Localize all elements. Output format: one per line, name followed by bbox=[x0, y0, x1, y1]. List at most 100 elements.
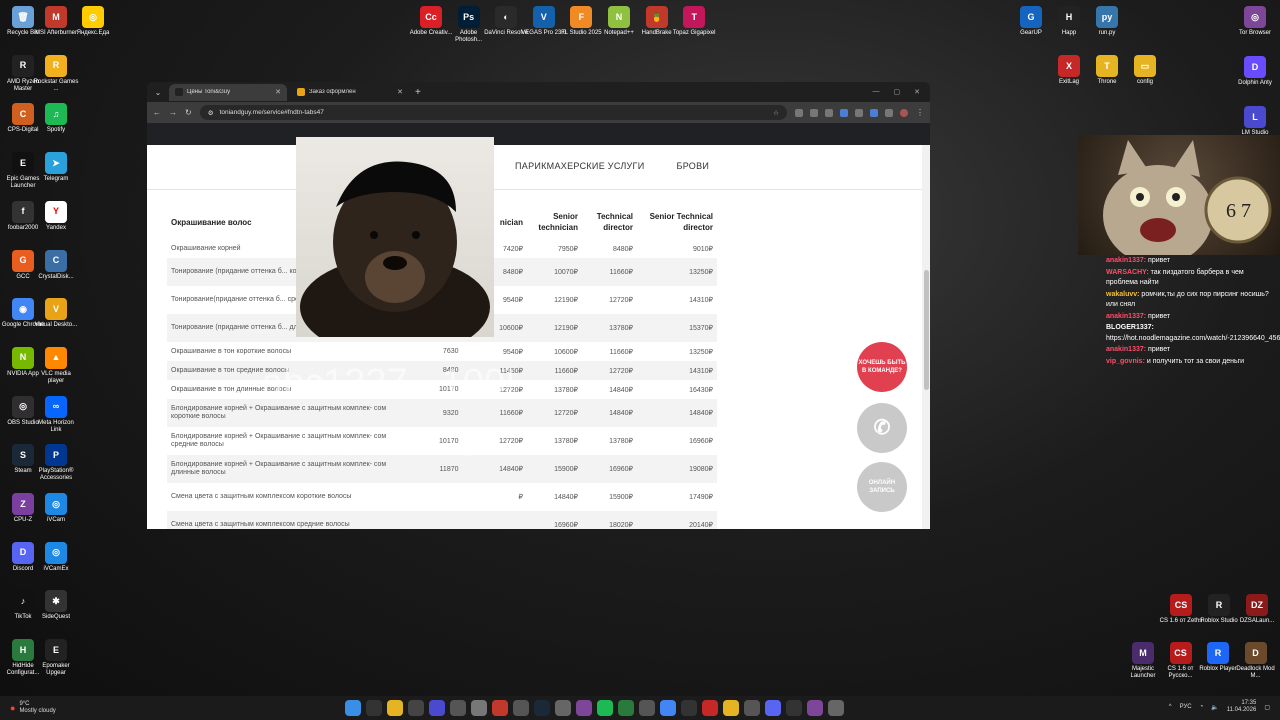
extensions-puzzle-icon[interactable] bbox=[885, 108, 893, 117]
desktop-icon[interactable]: Y Yandex bbox=[33, 200, 79, 232]
desktop-icon[interactable]: ∞ Meta Horizon Link bbox=[33, 395, 79, 434]
start-icon[interactable] bbox=[345, 700, 361, 716]
back-icon[interactable]: ← bbox=[153, 108, 161, 117]
taskbar-app-icon[interactable] bbox=[744, 700, 760, 716]
taskbar-app-icon[interactable] bbox=[639, 700, 655, 716]
desktop-icon[interactable]: ▲ VLC media player bbox=[33, 346, 79, 385]
desktop-icon[interactable]: V Virtual Deskto... bbox=[33, 298, 79, 329]
tray-chevron-icon[interactable]: ^ bbox=[1169, 704, 1172, 710]
notifications-icon[interactable]: ▢ bbox=[1264, 704, 1270, 711]
taskbar-app-icon[interactable] bbox=[450, 700, 466, 716]
language-indicator[interactable]: РУС bbox=[1180, 704, 1192, 710]
app-icon: C bbox=[12, 103, 34, 126]
desktop-icon[interactable]: ◎ Яндекс.Еда bbox=[70, 6, 116, 37]
taskbar-app-icon[interactable] bbox=[513, 700, 529, 716]
price-cell: 12190₽ bbox=[527, 314, 582, 342]
bookmark-star-icon[interactable]: ☆ bbox=[773, 109, 779, 117]
app-icon: P bbox=[45, 444, 67, 467]
taskbar-app-icon[interactable] bbox=[471, 700, 487, 716]
join-team-button[interactable]: ХОЧЕШЬ БЫТЬ В КОМАНДЕ? bbox=[857, 342, 907, 392]
discord-icon[interactable] bbox=[765, 700, 781, 716]
desktop-icon[interactable]: P PlayStation® Accessories bbox=[33, 444, 79, 482]
taskbar-app-icon[interactable] bbox=[702, 700, 718, 716]
desktop-icon[interactable]: D Deadlock Mod M... bbox=[1233, 642, 1279, 680]
app-icon: ◉ bbox=[12, 298, 34, 321]
page-scrollbar[interactable] bbox=[922, 145, 930, 529]
desktop-icon[interactable]: ◎ iVCamEx bbox=[33, 541, 79, 573]
web-page: ПАРИКМАХЕРСКИЕ УСЛУГИ БРОВИ Окрашивание … bbox=[147, 145, 922, 529]
steam-icon[interactable] bbox=[534, 700, 550, 716]
online-booking-button[interactable]: ОНЛАЙН ЗАПИСЬ bbox=[857, 462, 907, 512]
taskbar-app-icon[interactable] bbox=[828, 700, 844, 716]
online-booking-label: ОНЛАЙН ЗАПИСЬ bbox=[868, 480, 896, 494]
extension-icon[interactable] bbox=[840, 108, 848, 117]
app-icon: ◐ bbox=[495, 6, 518, 28]
call-button[interactable]: ✆ bbox=[857, 403, 907, 453]
clock[interactable]: 17:35 11.04.2026 bbox=[1227, 700, 1257, 714]
desktop-icon-label: Rockstar Games ... bbox=[33, 78, 79, 92]
menu-kebab-icon[interactable]: ⋮ bbox=[916, 108, 924, 117]
price-cell: 11660₽ bbox=[582, 258, 637, 286]
desktop-icon[interactable]: E Epomaker Upgear bbox=[33, 639, 79, 677]
nav-brows[interactable]: БРОВИ bbox=[677, 161, 710, 171]
desktop-icon[interactable]: T Topaz Gigapixel bbox=[671, 6, 717, 37]
spotify-icon[interactable] bbox=[597, 700, 613, 716]
weather-widget[interactable]: ● 9°C Mostly cloudy bbox=[0, 701, 56, 715]
desktop-icon[interactable]: R Rockstar Games ... bbox=[33, 54, 79, 93]
stream-chat: anakin1337: привет WARSACHY: так пиздатог… bbox=[1106, 256, 1280, 368]
desktop-icon[interactable]: ◎ iVCam bbox=[33, 493, 79, 524]
site-info-icon[interactable]: ⚙ bbox=[208, 109, 214, 117]
new-tab-button[interactable]: + bbox=[415, 87, 421, 98]
maximize-icon[interactable]: ▢ bbox=[894, 88, 901, 96]
taskbar-app-icon[interactable] bbox=[429, 700, 445, 716]
taskbar-app-icon[interactable] bbox=[408, 700, 424, 716]
chat-message: WARSACHY: так пиздатого барбера в чем пр… bbox=[1106, 268, 1276, 289]
desktop-icon[interactable]: py run.py bbox=[1084, 6, 1130, 37]
taskbar-app-icon[interactable] bbox=[492, 700, 508, 716]
volume-icon[interactable]: 🔈 bbox=[1211, 704, 1218, 711]
tab-prices[interactable]: Цены Toni&Guy ✕ bbox=[169, 83, 287, 101]
file-explorer-icon[interactable] bbox=[387, 700, 403, 716]
taskbar-app-icon[interactable] bbox=[576, 700, 592, 716]
desktop-icon[interactable]: ✱ SideQuest bbox=[33, 590, 79, 621]
table-row: Смена цвета с защитным комплексом средни… bbox=[167, 511, 717, 529]
minimize-icon[interactable]: — bbox=[873, 88, 880, 96]
desktop-icon[interactable]: ◎ Tor Browser bbox=[1232, 6, 1278, 37]
desktop-icon[interactable]: C CrystalDisk... bbox=[33, 249, 79, 281]
desktop-icon-label: Epomaker Upgear bbox=[42, 663, 70, 677]
app-icon: D bbox=[1244, 56, 1266, 78]
desktop-icon[interactable]: D Dolphin Anty bbox=[1232, 56, 1278, 87]
taskbar-app-icon[interactable] bbox=[723, 700, 739, 716]
nav-hair-services[interactable]: ПАРИКМАХЕРСКИЕ УСЛУГИ bbox=[515, 161, 645, 171]
profile-avatar[interactable] bbox=[900, 108, 908, 117]
extension-icon[interactable] bbox=[870, 108, 878, 117]
extension-icon[interactable] bbox=[855, 108, 863, 117]
tab-order[interactable]: Заказ оформлен ✕ bbox=[291, 84, 409, 101]
reload-icon[interactable]: ↻ bbox=[185, 108, 192, 117]
extension-icon[interactable] bbox=[795, 108, 803, 117]
app-icon: V bbox=[532, 6, 555, 28]
address-bar[interactable]: ⚙ toniandguy.me/service#fndtn-tabs47 ☆ bbox=[199, 105, 787, 120]
extension-icon[interactable] bbox=[825, 108, 833, 117]
tab-search-icon[interactable]: ⌄ bbox=[151, 85, 165, 99]
price-cell bbox=[407, 483, 463, 511]
chrome-icon[interactable] bbox=[660, 700, 676, 716]
desktop-icon[interactable]: L LM Studio bbox=[1232, 106, 1278, 137]
taskbar-app-icon[interactable] bbox=[786, 700, 802, 716]
wifi-icon[interactable]: ◔ bbox=[1200, 704, 1204, 710]
desktop-icon[interactable]: DZ DZSALaun... bbox=[1234, 594, 1280, 625]
taskbar-app-icon[interactable] bbox=[555, 700, 571, 716]
desktop-icon[interactable]: ➤ Telegram bbox=[33, 152, 79, 183]
desktop-icon[interactable]: ♫ Spotify bbox=[33, 103, 79, 134]
scrollbar-thumb[interactable] bbox=[924, 270, 929, 390]
forward-icon[interactable]: → bbox=[169, 108, 177, 117]
extension-icon[interactable] bbox=[810, 108, 818, 117]
search-icon[interactable] bbox=[366, 700, 382, 716]
taskbar-app-icon[interactable] bbox=[807, 700, 823, 716]
taskbar-app-icon[interactable] bbox=[681, 700, 697, 716]
close-window-icon[interactable]: ✕ bbox=[914, 88, 920, 96]
close-icon[interactable]: ✕ bbox=[275, 88, 281, 96]
desktop-icon[interactable]: ▭ config bbox=[1122, 55, 1168, 86]
close-icon[interactable]: ✕ bbox=[397, 88, 403, 96]
taskbar-app-icon[interactable] bbox=[618, 700, 634, 716]
